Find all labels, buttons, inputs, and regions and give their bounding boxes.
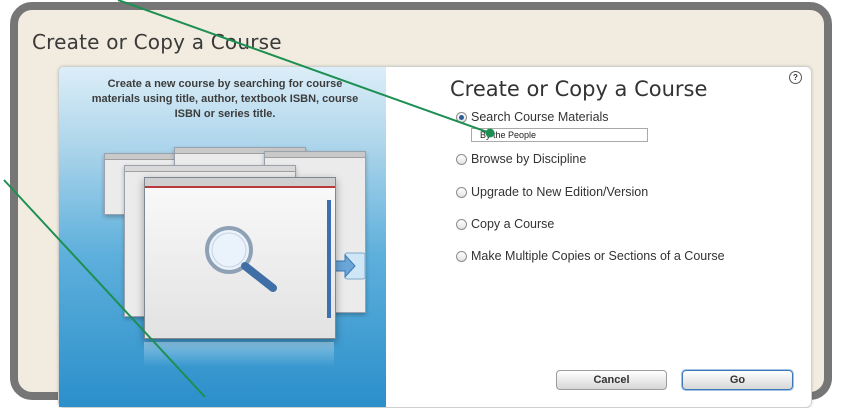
option-label: Search Course Materials — [471, 110, 609, 124]
option-browse-by-discipline[interactable]: Browse by Discipline — [456, 150, 586, 168]
option-copy-course[interactable]: Copy a Course — [456, 215, 554, 233]
dialog-title: Create or Copy a Course — [450, 77, 708, 101]
cancel-button[interactable]: Cancel — [556, 370, 667, 390]
radio-icon[interactable] — [456, 153, 467, 165]
option-label: Copy a Course — [471, 217, 555, 231]
option-label: Upgrade to New Edition/Version — [471, 185, 649, 199]
option-search-course-materials[interactable]: Search Course Materials — [456, 108, 609, 126]
options-panel: ? Create or Copy a Course Search Course … — [386, 67, 811, 407]
reflection — [144, 342, 334, 367]
illustration-description: Create a new course by searching for cou… — [91, 78, 359, 120]
magnifier-icon — [205, 226, 277, 292]
option-label: Browse by Discipline — [471, 152, 587, 166]
page-title: Create or Copy a Course — [32, 30, 282, 54]
create-course-dialog: Create a new course by searching for cou… — [58, 66, 812, 408]
search-input[interactable] — [471, 128, 648, 142]
option-label: Make Multiple Copies or Sections of a Co… — [471, 249, 725, 263]
option-multiple-copies[interactable]: Make Multiple Copies or Sections of a Co… — [456, 247, 725, 265]
option-upgrade-edition[interactable]: Upgrade to New Edition/Version — [456, 183, 648, 201]
main-window-icon — [144, 177, 336, 339]
radio-selected-icon[interactable] — [456, 111, 467, 123]
radio-icon[interactable] — [456, 218, 467, 230]
illustration-panel: Create a new course by searching for cou… — [59, 67, 386, 407]
help-icon[interactable]: ? — [789, 71, 802, 84]
screens-illustration — [104, 147, 374, 367]
go-button[interactable]: Go — [682, 370, 793, 390]
radio-icon[interactable] — [456, 250, 467, 262]
radio-icon[interactable] — [456, 186, 467, 198]
